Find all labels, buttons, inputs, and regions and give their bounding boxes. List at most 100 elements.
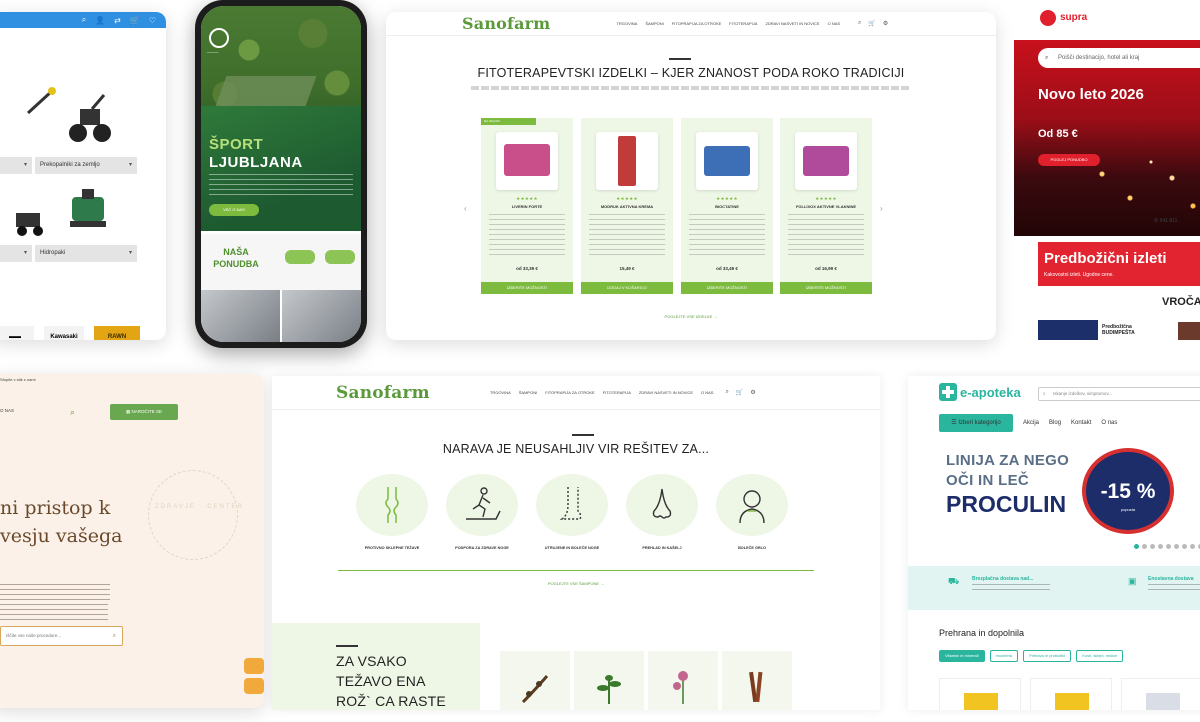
nav-item[interactable]: ZDRAVI NASVETI IN NOVICE [639,390,693,395]
product-image[interactable] [696,132,758,190]
product-image-pump[interactable] [38,178,142,240]
product-name[interactable]: LIVERIN FORTE [481,204,573,209]
top-contact-line[interactable]: Stopite v stik z nami [0,377,36,382]
product-image[interactable] [496,132,558,190]
product-label-2[interactable]: Prekopalniki za zemljo ▾ [35,157,137,174]
sanofarm-logo[interactable]: Sanofarm [336,383,430,403]
product-card[interactable]: ★★★★★ FOLLIXOX AKTIVNE VLAKNINE od 16,99… [780,118,872,294]
product-thumb[interactable] [1030,678,1112,710]
nav-item[interactable]: O NAS [828,21,840,26]
menu-item[interactable]: Blog [1049,420,1061,426]
choose-options-button[interactable]: IZBERITE MOŽNOSTI [481,282,573,294]
product-thumb[interactable] [939,678,1021,710]
apoteka-logo[interactable]: e-apoteka [939,383,1021,401]
add-to-cart-button[interactable]: DODAJ V KOŠARICO [581,282,673,294]
product-name[interactable]: BIOCTATINE [681,204,773,209]
offer-pill-1[interactable] [285,250,315,264]
product-image[interactable] [795,132,857,190]
product-card[interactable]: NA ZALOGI ★★★★★ LIVERIN FORTE od 33,39 €… [481,118,573,294]
product-label-1[interactable]: ▾ [0,157,32,174]
site-logo[interactable] [209,28,229,48]
offer-image[interactable] [1178,322,1200,340]
promo-banner[interactable]: LINIJA ZA NEGO OČI IN LEČ PROCULIN [946,452,1069,518]
wishlist-icon[interactable]: ♡ [149,16,156,25]
chat-button[interactable] [244,658,264,674]
nav-item[interactable]: O NAS [701,390,713,395]
search-icon[interactable]: ⌕ [70,407,75,418]
product-card[interactable]: ★★★★★ BIOCTATINE od 33,49 € IZBERITE MOŽ… [681,118,773,294]
herb-image[interactable] [648,651,718,710]
contact-phone[interactable]: ✆ 041 811 [1154,218,1177,224]
nav-item[interactable]: ZDRAVI NASVETI IN NOVICE [765,21,819,26]
search-icon[interactable]: ⌕ [82,15,86,25]
carousel-dots[interactable] [1134,544,1200,549]
cart-icon[interactable]: 🛒 [736,389,743,396]
hero-offer-button[interactable]: POGLEJ PONUDBO [1038,154,1100,166]
chip[interactable]: Vitamini in minerali [939,650,985,662]
promo-banner[interactable]: Predbožični izleti Kakovostni izleti. Ug… [1038,242,1200,286]
nav-item[interactable]: FITOPRAPIJA ZA OTROKE [545,390,595,395]
compare-icon[interactable]: ⇄ [114,16,121,25]
cart-icon[interactable]: 🛒 [868,20,875,27]
herb-image[interactable] [574,651,644,710]
chip[interactable]: Imuniteta [989,650,1018,662]
choose-options-button[interactable]: IZBERITE MOŽNOSTI [780,282,872,294]
nav-item[interactable]: FITOTERAPIJA [729,21,757,26]
brand-logo-kawasaki[interactable]: Kawasaki [44,326,84,340]
procedure-search-input[interactable]: Iščite vse naše procedure... ⌕ [0,626,123,646]
rating-stars: ★★★★★ [815,196,837,201]
product-name[interactable]: FOLLIXOX AKTIVNE VLAKNINE [780,204,872,209]
product-image[interactable] [596,132,658,190]
category-tired-legs[interactable]: UTRUJENE IN BOLEČE NOGE [536,474,608,550]
brand-logo-1[interactable]: ▬▬ [0,326,34,340]
category-cold-cough[interactable]: PREHLAD IN KAŠELJ [626,474,698,550]
nav-item[interactable]: FITOPRAPIJA ZA OTROKE [672,21,722,26]
nav-item[interactable]: TRGOVINA [490,390,511,395]
category-menu-button[interactable]: ☰ Izberi kategorijo [939,414,1013,432]
search-icon[interactable]: ⌕ [858,20,861,27]
menu-item[interactable]: Akcija [1023,420,1039,426]
brand-logo-rawn[interactable]: RAWN [94,326,140,340]
nav-item[interactable]: ŠAMPONI [519,390,537,395]
product-thumb[interactable] [1121,678,1200,710]
product-label-4[interactable]: Hidropaki ▾ [35,245,137,262]
carousel-prev-icon[interactable]: ‹ [464,204,467,213]
user-icon[interactable]: ⚙ [883,20,888,27]
offer-pill-2[interactable] [325,250,355,264]
category-legs-health[interactable]: PODPORA ZA ZDRAVE NOGE [446,474,518,550]
chip[interactable]: Prebava in probiotiki [1022,650,1072,662]
chip[interactable]: Kosti, sklepi, mišice [1076,650,1124,662]
supra-logo-text[interactable]: supra [1060,12,1087,23]
user-icon[interactable]: ⚙ [750,389,755,396]
supra-logo-icon[interactable] [1040,10,1056,26]
offer-title[interactable]: Predbožična BUDIMPEŠTA [1102,324,1152,336]
search-icon[interactable]: ⌕ [725,389,728,396]
offer-image[interactable] [1038,320,1098,340]
category-joints[interactable]: PROTIVNO SKLEPNE TEŽAVE [356,474,428,550]
herb-image[interactable] [500,651,570,710]
view-all-shampoos-link[interactable]: POGLEJTE VSE ŠAMPONE → [272,581,880,586]
category-sore-throat[interactable]: BOLEČE GRLO [716,474,788,550]
product-label-3[interactable]: ▾ [0,245,32,262]
product-card[interactable]: ★★★★★ MODRUK AKTIVNA KREMA 15,49 € DODAJ… [581,118,673,294]
book-button[interactable]: ▦ NAROČITE SE [110,404,178,420]
user-icon[interactable]: 👤 [95,16,105,25]
herb-image[interactable] [722,651,792,710]
menu-item[interactable]: O nas [1101,420,1117,426]
carousel-next-icon[interactable]: › [880,204,883,213]
hero-cta-button[interactable]: VEČ O NAS [209,204,259,216]
product-search-input[interactable]: ⌕ Iskanje izdelkov, simptomov... [1038,387,1200,401]
choose-options-button[interactable]: IZBERITE MOŽNOSTI [681,282,773,294]
cart-icon[interactable]: 🛒 [130,16,140,25]
view-all-products-link[interactable]: POGLEJTE VSE IZDELKE → [386,314,996,319]
sanofarm-logo[interactable]: Sanofarm [462,14,550,33]
product-image-tiller[interactable] [38,88,142,150]
phone-button[interactable] [244,678,264,694]
nav-item[interactable]: ŠAMPONI [645,21,663,26]
product-name[interactable]: MODRUK AKTIVNA KREMA [581,204,673,209]
nav-item[interactable]: FITOTERAPIJA [603,390,631,395]
nav-item[interactable]: TRGOVINA [616,21,637,26]
destination-search-input[interactable]: ⌕ Poišči destinacijo, hotel ali kraj [1038,48,1200,68]
menu-item[interactable]: Kontakt [1071,420,1091,426]
nav-item[interactable]: O NAS [0,408,14,413]
